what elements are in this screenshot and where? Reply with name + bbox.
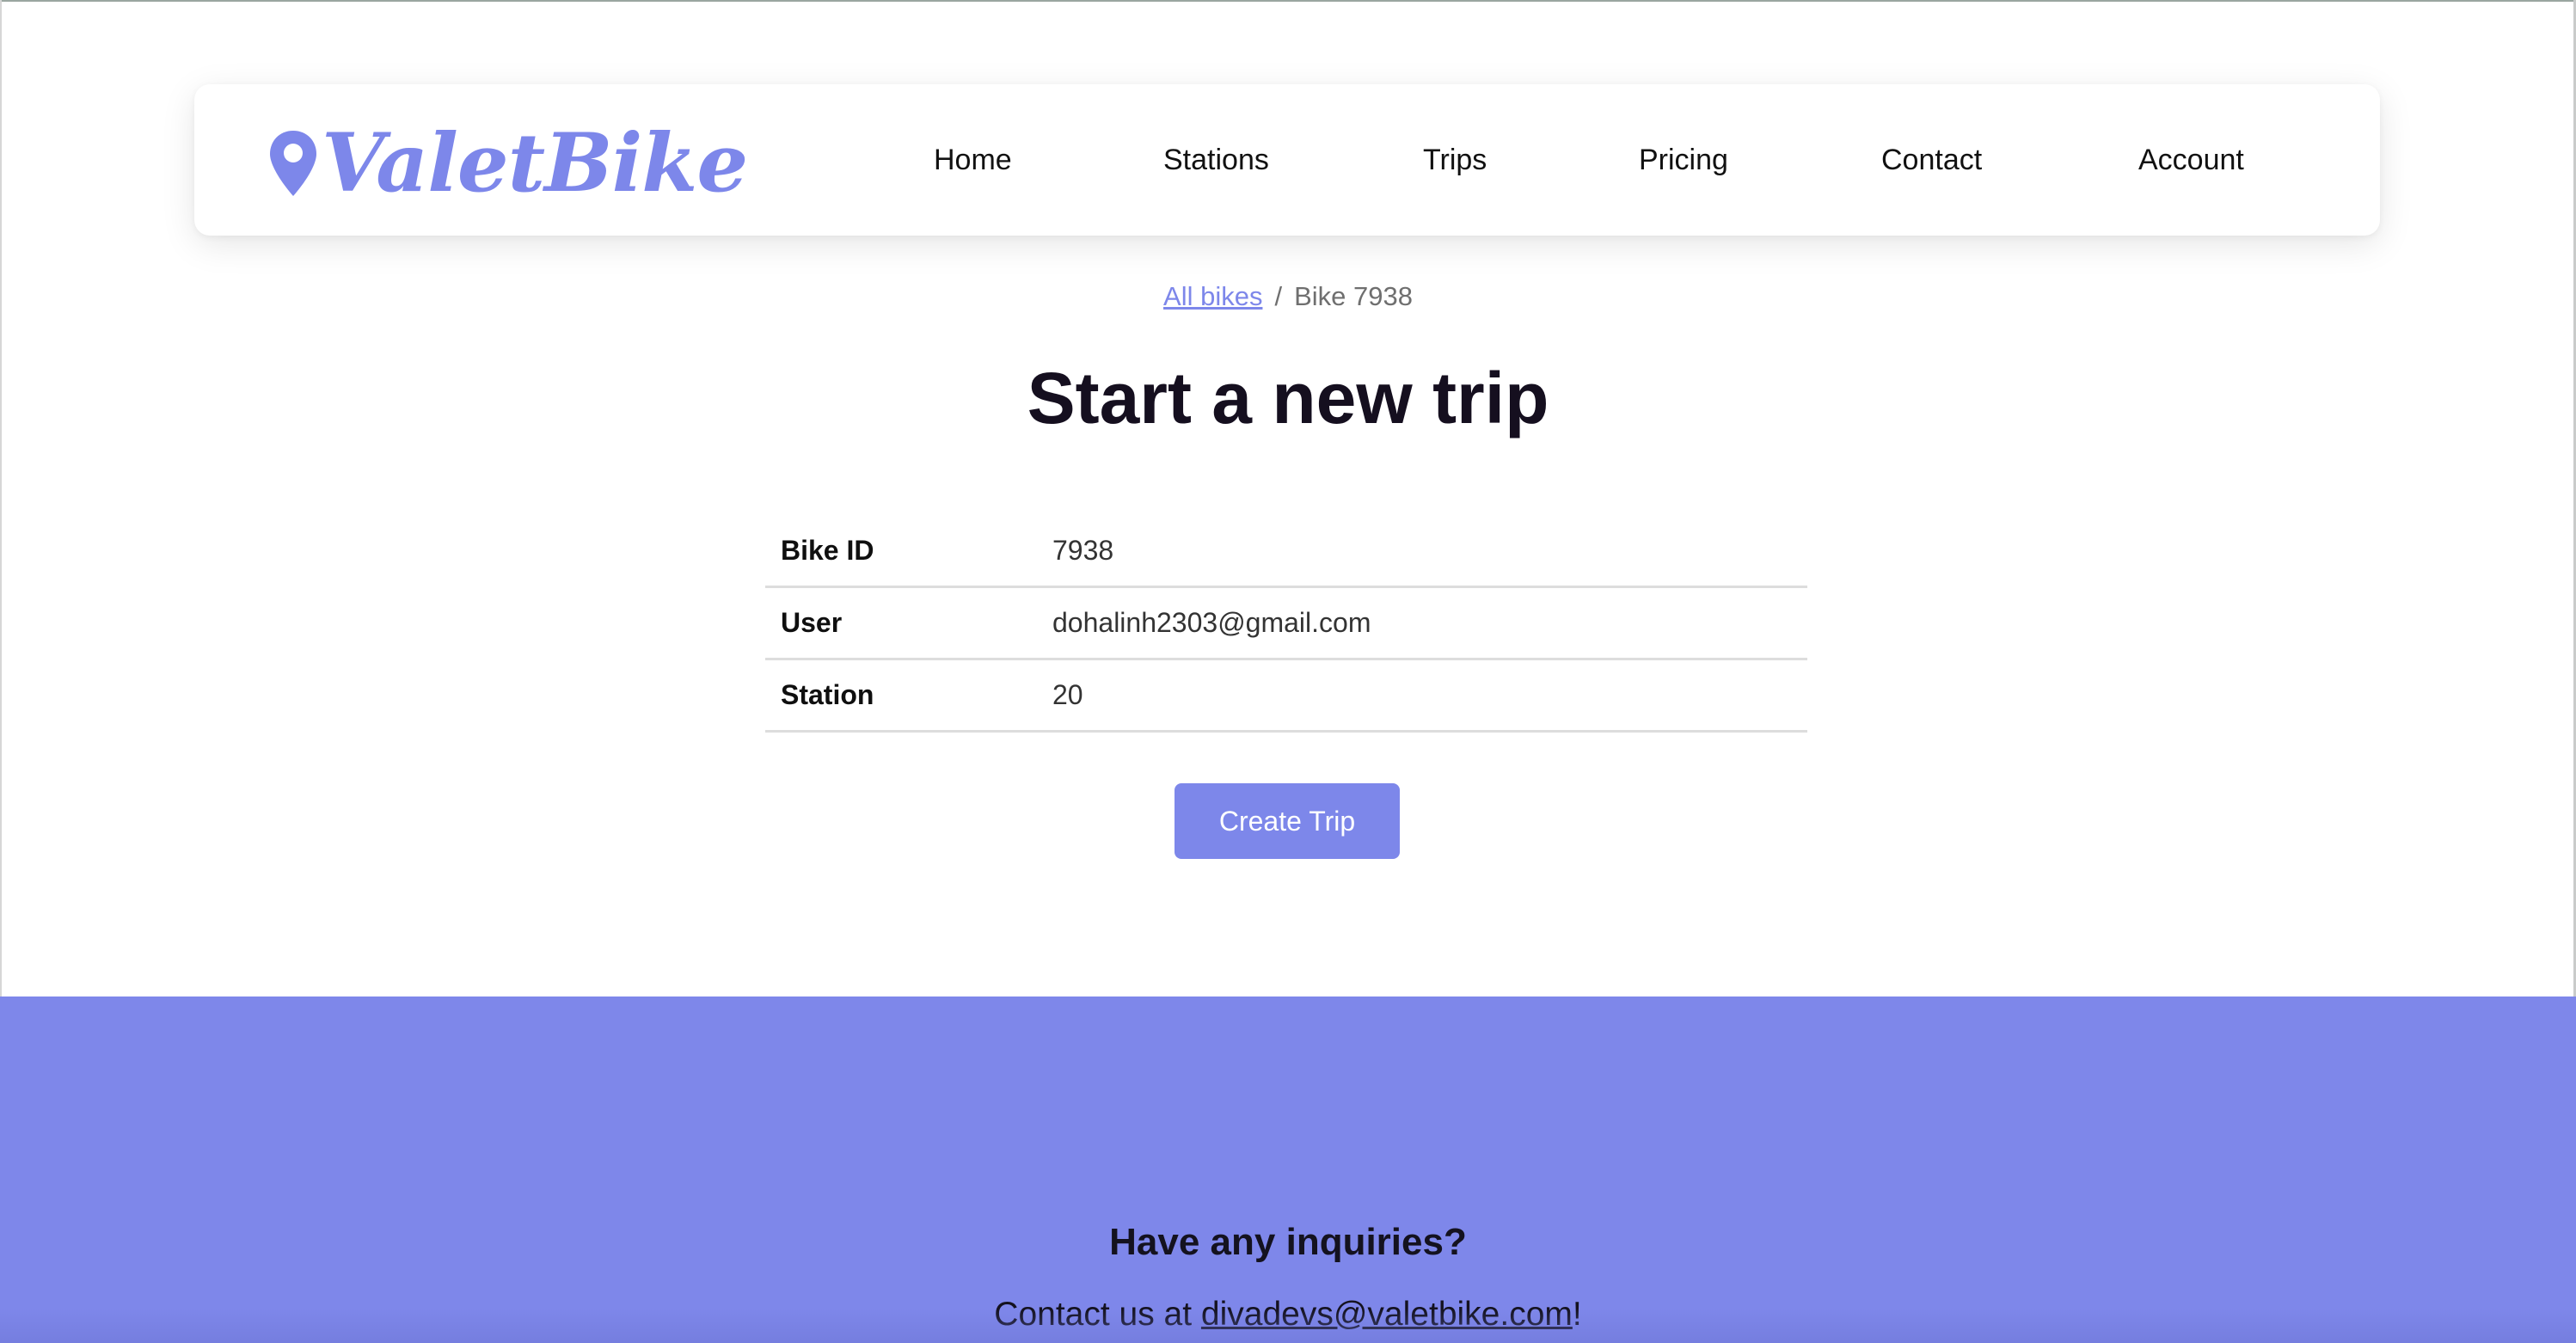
create-trip-button[interactable]: Create Trip — [1175, 783, 1400, 859]
footer: Have any inquiries? Contact us at divade… — [0, 997, 2576, 1343]
brand-name: ValetBike — [322, 116, 748, 211]
breadcrumb-current: Bike 7938 — [1294, 281, 1413, 311]
nav-trips[interactable]: Trips — [1423, 84, 1487, 236]
table-row: Bike ID 7938 — [765, 516, 1807, 588]
station-value: 20 — [1052, 659, 1807, 733]
nav-pricing[interactable]: Pricing — [1639, 84, 1728, 236]
nav-stations[interactable]: Stations — [1163, 84, 1269, 236]
bike-id-label: Bike ID — [765, 516, 1052, 588]
brand-logo[interactable]: ValetBike — [268, 116, 748, 211]
footer-heading: Have any inquiries? — [1109, 1221, 1467, 1263]
map-pin-icon — [270, 131, 316, 196]
table-row: Station 20 — [765, 659, 1807, 733]
nav-home[interactable]: Home — [934, 84, 1012, 236]
breadcrumb: All bikes / Bike 7938 — [0, 277, 2576, 316]
trip-details-table: Bike ID 7938 User dohalinh2303@gmail.com… — [765, 516, 1807, 733]
user-value: dohalinh2303@gmail.com — [1052, 586, 1807, 660]
page-title: Start a new trip — [1027, 358, 1549, 438]
breadcrumb-separator: / — [1274, 281, 1283, 311]
user-label: User — [765, 586, 1052, 660]
table-row: User dohalinh2303@gmail.com — [765, 586, 1807, 660]
breadcrumb-all-bikes-link[interactable]: All bikes — [1163, 281, 1262, 311]
station-label: Station — [765, 659, 1052, 733]
window-top-border — [0, 0, 2576, 2]
bike-id-value: 7938 — [1052, 516, 1807, 588]
footer-shadow — [0, 1309, 2576, 1343]
nav-contact[interactable]: Contact — [1881, 84, 1982, 236]
navbar: ValetBike Home Stations Trips Pricing Co… — [194, 84, 2380, 236]
nav-account[interactable]: Account — [2138, 84, 2244, 236]
